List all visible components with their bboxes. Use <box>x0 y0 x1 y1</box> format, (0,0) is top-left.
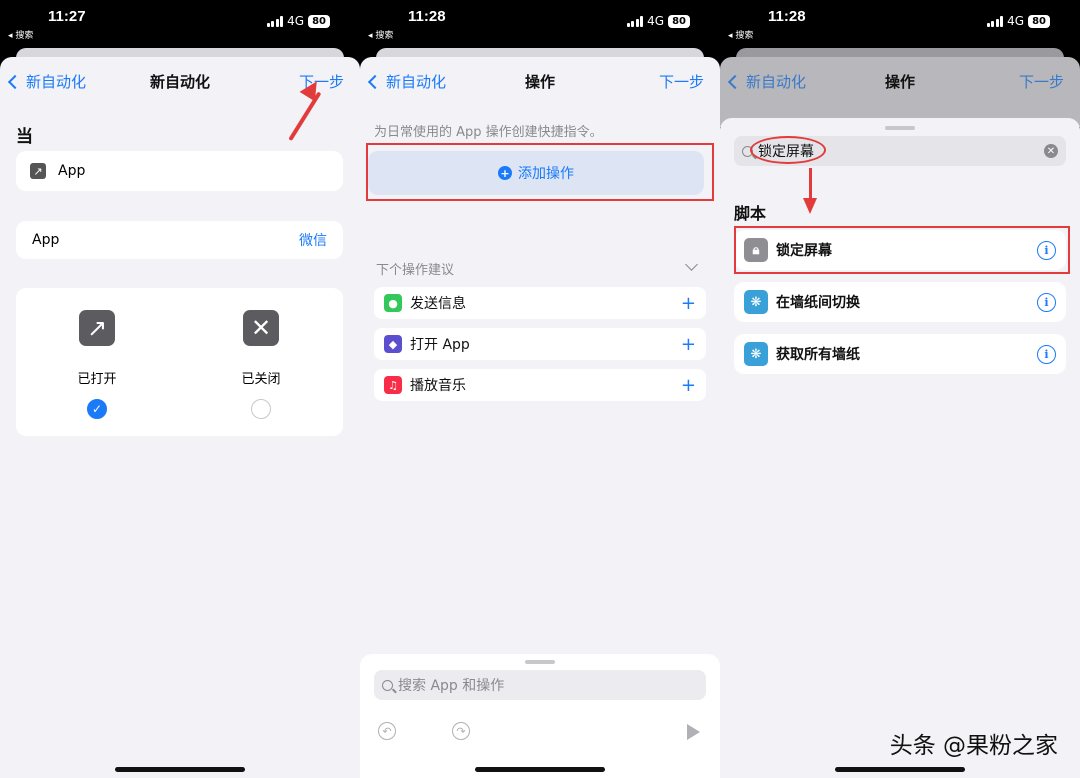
signal-icon <box>266 15 284 27</box>
battery-icon: 80 <box>308 14 330 28</box>
suggestion-send-message[interactable]: ● 发送信息 + <box>374 287 706 319</box>
status-back-link[interactable]: ◂ 搜索 <box>728 28 753 41</box>
suggestion-open-app[interactable]: ◆ 打开 App + <box>374 328 706 360</box>
arrow-up-right-icon: ↗ <box>30 163 46 179</box>
suggestion-play-music[interactable]: ♫ 播放音乐 + <box>374 369 706 401</box>
suggestions-header: 下个操作建议 <box>376 263 455 278</box>
home-indicator <box>835 767 965 772</box>
dimmed-sheet: 新自动化 操作 下一步 <box>720 57 1080 127</box>
status-bar: 11:28 ◂ 搜索 4G 80 <box>720 0 1080 48</box>
signal-icon <box>986 15 1004 27</box>
message-icon: ● <box>384 294 402 312</box>
status-time: 11:28 <box>768 8 806 25</box>
nav-bar: 新自动化 操作 下一步 <box>360 57 720 103</box>
result-switch-wallpaper[interactable]: ❋ 在墙纸间切换 i <box>734 282 1066 322</box>
battery-icon: 80 <box>1028 14 1050 28</box>
plus-icon[interactable]: + <box>681 375 696 396</box>
status-time: 11:27 <box>48 8 86 25</box>
network-label: 4G <box>287 14 305 28</box>
section-scripting: 脚本 <box>734 204 767 223</box>
wallpaper-icon: ❋ <box>744 342 768 366</box>
screen-new-automation: 11:27 ◂ 搜索 4G 80 新自动化 新自动化 下一步 当 ↗ App A… <box>0 0 360 778</box>
watermark: 头条 @果粉之家 <box>889 733 1058 759</box>
status-back-link[interactable]: ◂ 搜索 <box>8 28 33 41</box>
section-when: 当 <box>16 127 33 147</box>
trigger-app-row[interactable]: ↗ App <box>16 151 343 191</box>
search-icon <box>382 679 393 691</box>
network-label: 4G <box>1007 14 1025 28</box>
hint-text: 为日常使用的 App 操作创建快捷指令。 <box>374 125 603 140</box>
annotation-arrowhead <box>803 198 817 214</box>
state-options: ↗ 已打开 ✓ ✕ 已关闭 <box>16 288 343 436</box>
signal-icon <box>626 15 644 27</box>
play-icon[interactable] <box>687 724 700 740</box>
search-modal: 锁定屏幕 ✕ 脚本 🔒︎ 锁定屏幕 i ❋ 在墙纸间切换 i ❋ 获取所有墙纸 … <box>720 118 1080 778</box>
checkmark-icon[interactable]: ✓ <box>87 399 107 419</box>
automation-sheet: 新自动化 新自动化 下一步 当 ↗ App App 微信 ↗ 已打开 ✓ ✕ 已… <box>0 57 360 778</box>
radio-unchecked[interactable] <box>251 399 271 419</box>
home-indicator <box>475 767 605 772</box>
sheet-grabber[interactable] <box>525 660 555 664</box>
status-bar: 11:28 ◂ 搜索 4G 80 <box>360 0 720 48</box>
screen-search-actions: 11:28 ◂ 搜索 4G 80 新自动化 操作 下一步 锁定屏幕 ✕ 脚本 🔒… <box>720 0 1080 778</box>
close-icon: ✕ <box>243 310 279 346</box>
annotation-arrow <box>809 168 812 200</box>
app-select-row[interactable]: App 微信 <box>16 221 343 259</box>
result-get-wallpapers[interactable]: ❋ 获取所有墙纸 i <box>734 334 1066 374</box>
search-input[interactable]: 搜索 App 和操作 <box>374 670 706 700</box>
search-panel: 搜索 App 和操作 ↶ ↷ <box>360 654 720 778</box>
plus-icon[interactable]: + <box>681 334 696 355</box>
arrow-up-right-icon: ↗ <box>79 310 115 346</box>
undo-icon[interactable]: ↶ <box>378 722 396 740</box>
redo-icon[interactable]: ↷ <box>452 722 470 740</box>
wallpaper-icon: ❋ <box>744 290 768 314</box>
annotation-oval <box>750 136 826 164</box>
clear-icon[interactable]: ✕ <box>1044 144 1058 158</box>
home-indicator <box>115 767 245 772</box>
sheet-grabber[interactable] <box>885 126 915 130</box>
status-back-link[interactable]: ◂ 搜索 <box>368 28 393 41</box>
info-icon[interactable]: i <box>1037 344 1056 364</box>
option-closed[interactable]: ✕ 已关闭 <box>215 310 307 419</box>
status-bar: 11:27 ◂ 搜索 4G 80 <box>0 0 360 48</box>
annotation-box <box>734 226 1070 274</box>
nav-bar: 新自动化 操作 下一步 <box>720 57 1080 103</box>
plus-icon[interactable]: + <box>681 293 696 314</box>
chevron-down-icon[interactable] <box>685 258 698 271</box>
option-opened[interactable]: ↗ 已打开 ✓ <box>51 310 143 419</box>
annotation-box <box>366 143 714 201</box>
info-icon[interactable]: i <box>1037 292 1056 312</box>
next-button[interactable]: 下一步 <box>1019 71 1064 92</box>
screen-actions: 11:28 ◂ 搜索 4G 80 新自动化 操作 下一步 为日常使用的 App … <box>360 0 720 778</box>
app-value: 微信 <box>299 233 327 249</box>
battery-icon: 80 <box>668 14 690 28</box>
network-label: 4G <box>647 14 665 28</box>
open-app-icon: ◆ <box>384 335 402 353</box>
status-time: 11:28 <box>408 8 446 25</box>
music-icon: ♫ <box>384 376 402 394</box>
next-button[interactable]: 下一步 <box>659 71 704 92</box>
